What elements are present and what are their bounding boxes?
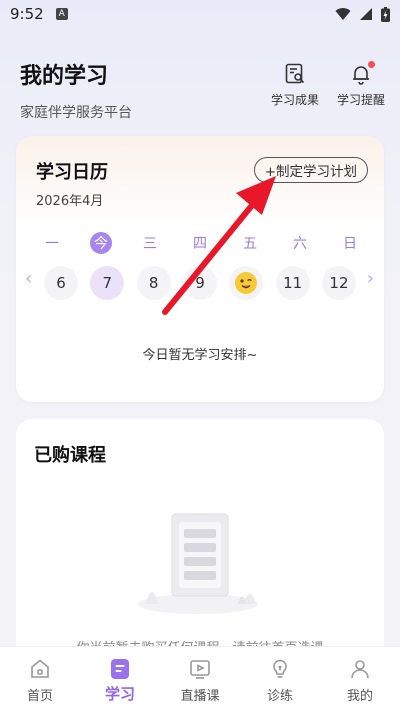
courses-title: 已购课程 [34, 445, 106, 466]
signal-icon [360, 8, 372, 20]
nav-practice[interactable]: 诊练 [240, 647, 320, 710]
live-icon [190, 660, 210, 679]
wifi-icon [335, 8, 351, 20]
weekday-sun: 日 [343, 236, 357, 252]
make-study-plan-button[interactable]: +制定学习计划 [253, 157, 368, 183]
prev-week-chevron-icon[interactable]: ‹ [25, 268, 32, 289]
calendar-title: 学习日历 [36, 162, 108, 183]
day-row: 6 7 8 9 11 12 [44, 266, 356, 300]
report-search-icon [283, 62, 307, 86]
bottom-nav: 首页 学习 直播课 诊练 我的 [0, 646, 400, 710]
day-11[interactable]: 11 [275, 266, 310, 300]
status-time: 9:52 [10, 5, 44, 23]
nav-study[interactable]: 学习 [80, 647, 160, 710]
weekday-row: 一 今 三 四 五 六 日 [40, 232, 362, 254]
day-12[interactable]: 12 [321, 266, 356, 300]
lightbulb-icon [273, 659, 287, 678]
study-results-label: 学习成果 [270, 93, 319, 107]
day-9[interactable]: 9 [182, 266, 217, 300]
day-6[interactable]: 6 [44, 266, 78, 300]
profile-icon [351, 660, 369, 679]
nav-live-label: 直播课 [180, 689, 220, 704]
study-calendar-card: 学习日历 +制定学习计划 2026年4月 一 今 三 四 五 六 日 ‹ 6 7… [16, 136, 384, 402]
weekday-thu: 四 [193, 236, 207, 252]
study-reminder-button[interactable]: 学习提醒 [334, 61, 388, 108]
nav-practice-label: 诊练 [266, 689, 293, 704]
nav-home-label: 首页 [26, 689, 53, 704]
home-icon [31, 659, 49, 678]
nav-profile-label: 我的 [346, 689, 373, 704]
page-title: 我的学习 [20, 64, 109, 89]
page-subtitle: 家庭伴学服务平台 [20, 105, 132, 121]
page-header: 我的学习 家庭伴学服务平台 [20, 58, 132, 122]
nav-home[interactable]: 首页 [0, 647, 80, 710]
study-reminder-label: 学习提醒 [336, 93, 385, 107]
weekday-fri: 五 [243, 236, 257, 252]
notification-icon: A [55, 8, 68, 20]
nav-live[interactable]: 直播课 [160, 647, 240, 710]
day-8[interactable]: 8 [136, 266, 171, 300]
no-plan-message: 今日暂无学习安排~ [142, 348, 258, 363]
day-10-emoji[interactable] [229, 266, 264, 300]
smiley-emoji-icon [235, 272, 258, 294]
status-bar: 9:52 A [0, 0, 400, 28]
header-actions: 学习成果 学习提醒 [268, 61, 388, 108]
weekday-today: 今 [90, 232, 112, 254]
study-results-button[interactable]: 学习成果 [268, 62, 322, 108]
study-icon [111, 659, 129, 679]
battery-icon [381, 6, 390, 22]
calendar-month: 2026年4月 [36, 194, 104, 209]
weekday-wed: 三 [143, 236, 157, 252]
bell-icon [349, 61, 375, 86]
nav-profile[interactable]: 我的 [320, 647, 400, 710]
day-7-selected[interactable]: 7 [90, 266, 125, 300]
weekday-sat: 六 [293, 236, 307, 252]
next-week-chevron-icon[interactable]: › [367, 268, 374, 289]
empty-state-illustration [126, 509, 276, 623]
weekday-mon: 一 [45, 236, 59, 252]
nav-study-label: 学习 [104, 685, 135, 703]
purchased-courses-card: 已购课程 你当前暂未购买任何课程，请前往首页选课 [16, 419, 384, 669]
notification-badge [368, 61, 375, 68]
